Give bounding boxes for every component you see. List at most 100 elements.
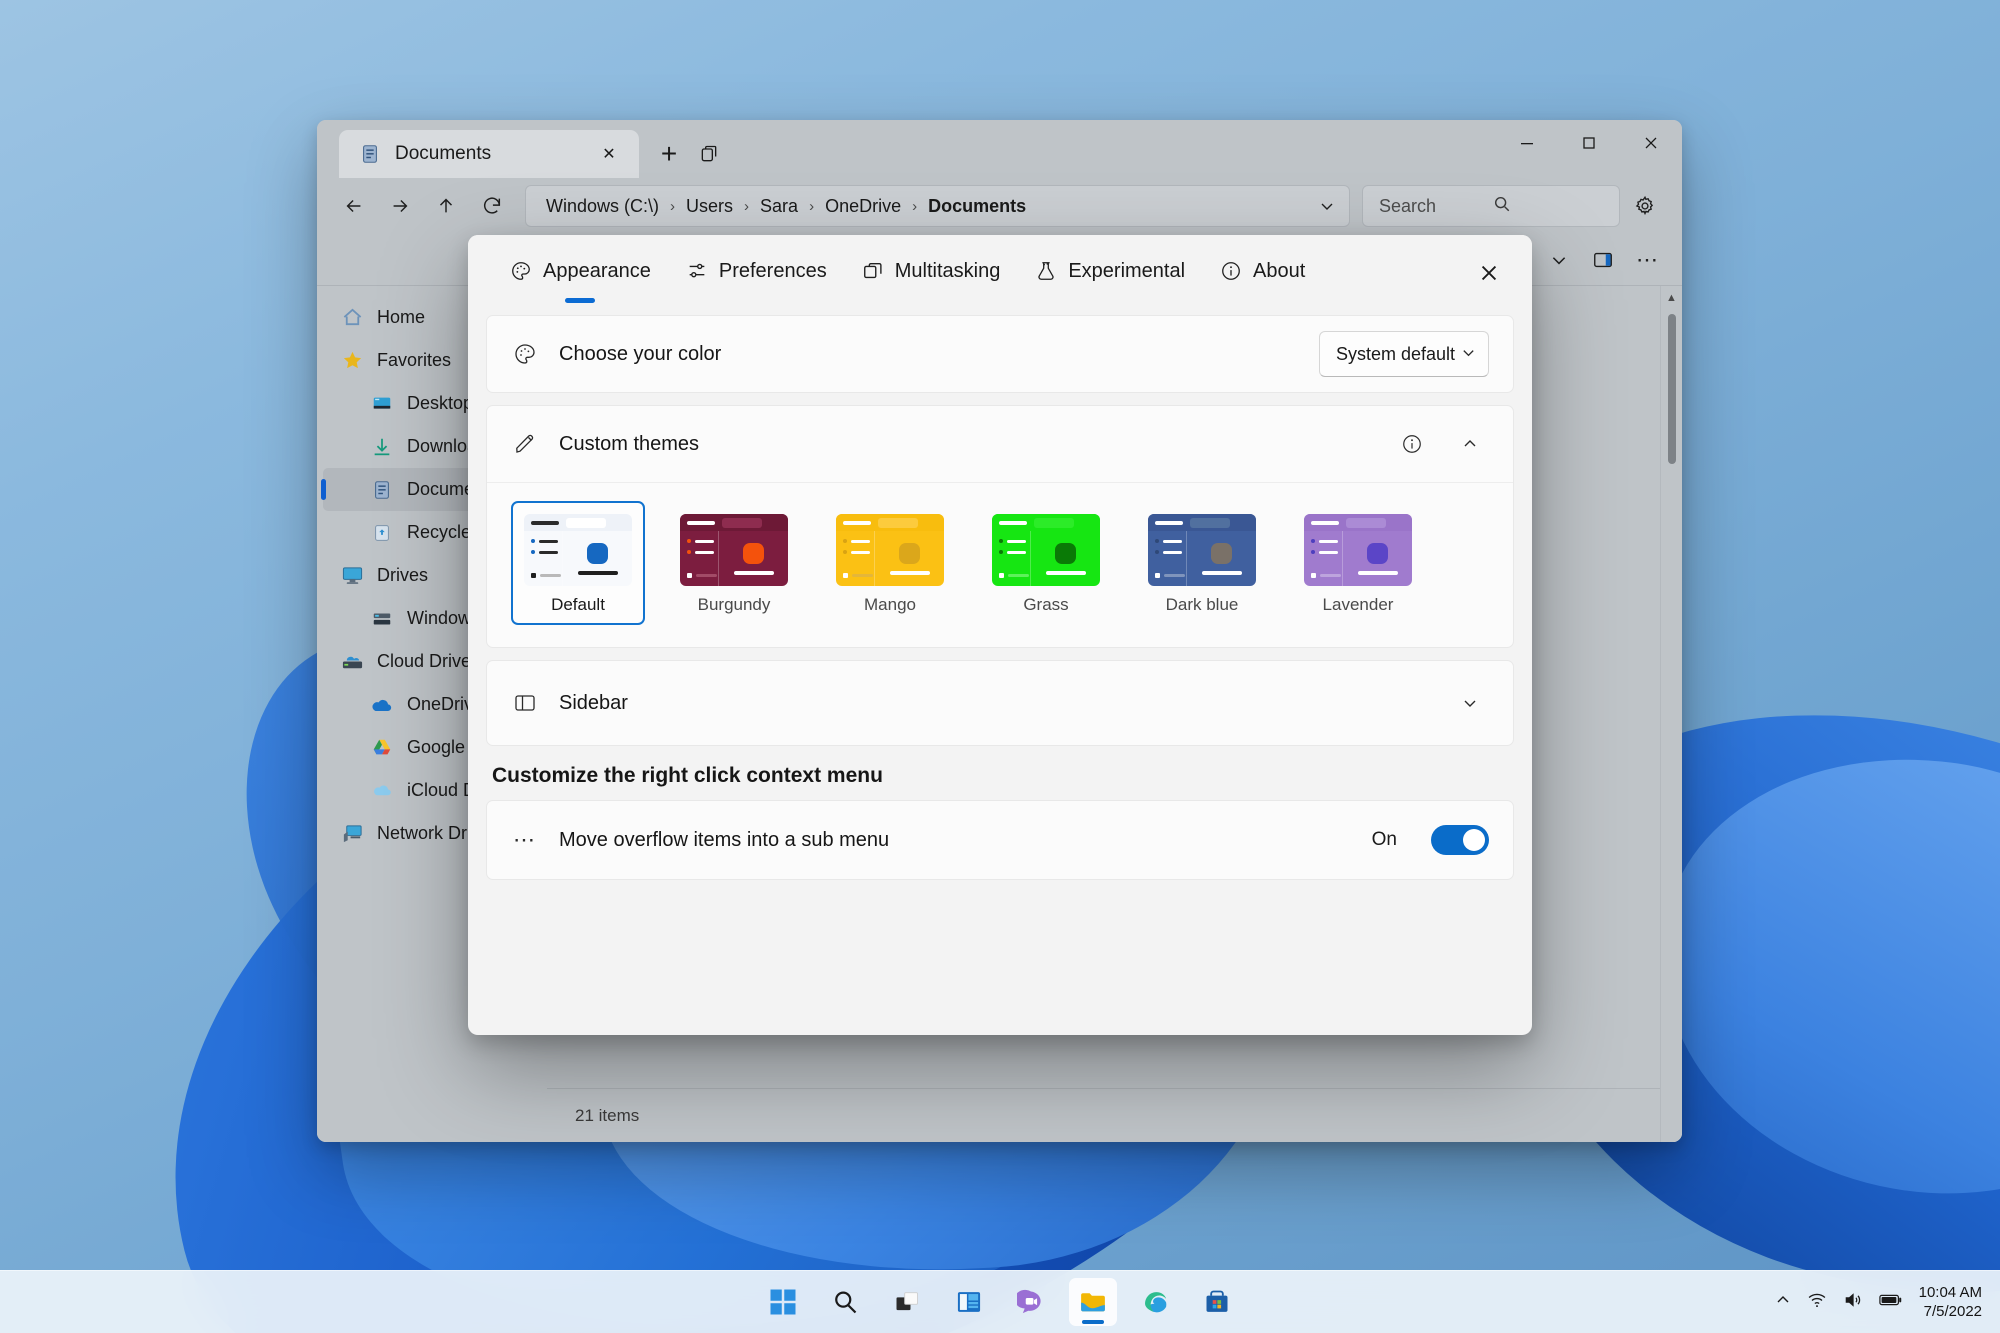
taskbar-apps bbox=[759, 1278, 1241, 1326]
tab-appearance[interactable]: Appearance bbox=[492, 245, 668, 297]
home-icon bbox=[339, 305, 365, 331]
battery-icon[interactable] bbox=[1878, 1290, 1903, 1315]
close-tab-icon[interactable]: ✕ bbox=[593, 138, 625, 170]
clock-time: 10:04 AM bbox=[1918, 1284, 1982, 1301]
tab-preferences[interactable]: Preferences bbox=[668, 245, 844, 297]
view-options-chevron-icon[interactable] bbox=[1540, 241, 1578, 279]
task-view-button[interactable] bbox=[883, 1278, 931, 1326]
chat-button[interactable] bbox=[1007, 1278, 1055, 1326]
custom-themes-header[interactable]: Custom themes bbox=[487, 406, 1513, 482]
theme-option-dark-blue[interactable]: Dark blue bbox=[1135, 501, 1269, 625]
window-controls bbox=[1496, 120, 1682, 166]
documents-icon bbox=[357, 141, 383, 167]
star-icon bbox=[339, 348, 365, 374]
breadcrumb-item-current[interactable]: Documents bbox=[924, 194, 1030, 219]
edge-button[interactable] bbox=[1131, 1278, 1179, 1326]
theme-thumbnail bbox=[1304, 514, 1412, 586]
hard-drive-icon bbox=[369, 606, 395, 632]
overflow-submenu-label: Move overflow items into a sub menu bbox=[559, 828, 890, 851]
address-chevron-down-icon[interactable] bbox=[1313, 198, 1341, 214]
theme-option-grass[interactable]: Grass bbox=[979, 501, 1113, 625]
tab-label: Appearance bbox=[543, 259, 651, 282]
up-icon[interactable] bbox=[425, 186, 467, 226]
tray-chevron-up-icon[interactable] bbox=[1775, 1292, 1791, 1313]
choose-color-row: Choose your color System default bbox=[487, 316, 1513, 392]
sidebar-section-header[interactable]: Sidebar bbox=[487, 661, 1513, 745]
scroll-up-arrow-icon[interactable]: ▲ bbox=[1666, 286, 1677, 310]
theme-thumbnail bbox=[1148, 514, 1256, 586]
start-button[interactable] bbox=[759, 1278, 807, 1326]
context-menu-card: ⋯ Move overflow items into a sub menu On bbox=[486, 800, 1514, 880]
wifi-icon[interactable] bbox=[1807, 1290, 1827, 1315]
settings-tab-bar: Appearance Preferences Multitasking Expe… bbox=[468, 235, 1532, 307]
back-icon[interactable] bbox=[333, 186, 375, 226]
color-mode-value: System default bbox=[1336, 343, 1456, 364]
clock-date: 7/5/2022 bbox=[1923, 1303, 1982, 1320]
title-bar: Documents ✕ + bbox=[317, 120, 1682, 178]
expand-chevron-down-icon[interactable] bbox=[1451, 684, 1489, 722]
info-icon bbox=[1219, 259, 1243, 283]
search-input[interactable]: Search bbox=[1362, 185, 1620, 227]
desktop-icon bbox=[369, 391, 395, 417]
download-icon bbox=[369, 434, 395, 460]
widgets-button[interactable] bbox=[945, 1278, 993, 1326]
theme-name: Default bbox=[551, 595, 605, 614]
navigation-toolbar: Windows (C:\) › Users › Sara › OneDrive … bbox=[317, 178, 1682, 234]
tab-multitasking[interactable]: Multitasking bbox=[844, 245, 1018, 297]
breadcrumb-item[interactable]: Sara bbox=[756, 194, 802, 219]
address-bar[interactable]: Windows (C:\) › Users › Sara › OneDrive … bbox=[525, 185, 1350, 227]
overflow-submenu-toggle[interactable] bbox=[1431, 825, 1489, 855]
google-drive-icon bbox=[369, 735, 395, 761]
minimize-button[interactable] bbox=[1496, 120, 1558, 166]
breadcrumb-item[interactable]: Windows (C:\) bbox=[542, 194, 663, 219]
search-placeholder: Search bbox=[1379, 195, 1437, 216]
close-window-button[interactable] bbox=[1620, 120, 1682, 166]
theme-option-lavender[interactable]: Lavender bbox=[1291, 501, 1425, 625]
refresh-icon[interactable] bbox=[471, 186, 513, 226]
vertical-scrollbar[interactable]: ▲ bbox=[1660, 286, 1682, 1142]
new-tab-icon[interactable]: + bbox=[653, 138, 685, 170]
tab-experimental[interactable]: Experimental bbox=[1017, 245, 1202, 297]
theme-name: Dark blue bbox=[1165, 595, 1239, 614]
collapse-chevron-up-icon[interactable] bbox=[1451, 425, 1489, 463]
breadcrumb-item[interactable]: OneDrive bbox=[821, 194, 905, 219]
duplicate-tab-icon[interactable] bbox=[693, 138, 725, 170]
tab-label: Preferences bbox=[718, 259, 827, 282]
context-menu-heading: Customize the right click context menu bbox=[492, 764, 883, 787]
custom-themes-card: Custom themes Default Burgundy Mango Grass D… bbox=[486, 405, 1514, 648]
theme-option-default[interactable]: Default bbox=[511, 501, 645, 625]
maximize-button[interactable] bbox=[1558, 120, 1620, 166]
taskbar: 10:04 AM 7/5/2022 bbox=[0, 1270, 2000, 1333]
item-count: 21 items bbox=[575, 1105, 640, 1125]
search-icon[interactable] bbox=[1493, 195, 1607, 218]
choose-color-label: Choose your color bbox=[559, 342, 722, 365]
details-pane-icon[interactable] bbox=[1584, 241, 1622, 279]
close-settings-button[interactable] bbox=[1468, 253, 1510, 293]
scrollbar-thumb[interactable] bbox=[1667, 314, 1676, 464]
volume-icon[interactable] bbox=[1843, 1290, 1863, 1315]
flask-icon bbox=[1034, 259, 1058, 283]
more-options-icon[interactable]: ⋯ bbox=[1628, 241, 1666, 279]
status-bar: 21 items bbox=[547, 1088, 1682, 1142]
file-explorer-button[interactable] bbox=[1069, 1278, 1117, 1326]
palette-icon bbox=[511, 342, 539, 366]
sidebar-item-label: Desktop bbox=[407, 393, 474, 413]
choose-color-card: Choose your color System default bbox=[486, 315, 1514, 393]
sidebar-item-label: Cloud Drives bbox=[377, 651, 481, 671]
onedrive-icon bbox=[369, 692, 395, 718]
search-button[interactable] bbox=[821, 1278, 869, 1326]
custom-themes-label: Custom themes bbox=[559, 432, 700, 455]
theme-option-burgundy[interactable]: Burgundy bbox=[667, 501, 801, 625]
breadcrumb-item[interactable]: Users bbox=[682, 194, 737, 219]
theme-name: Lavender bbox=[1322, 595, 1394, 614]
color-mode-select[interactable]: System default bbox=[1319, 331, 1489, 377]
info-circle-icon[interactable] bbox=[1393, 425, 1431, 463]
tab-about[interactable]: About bbox=[1202, 245, 1322, 297]
forward-icon[interactable] bbox=[379, 186, 421, 226]
taskbar-clock[interactable]: 10:04 AM 7/5/2022 bbox=[1919, 1283, 1982, 1321]
theme-option-mango[interactable]: Mango bbox=[823, 501, 957, 625]
theme-name: Grass bbox=[1023, 595, 1069, 614]
gear-icon[interactable] bbox=[1624, 186, 1666, 226]
tab-documents[interactable]: Documents ✕ bbox=[339, 130, 639, 178]
microsoft-store-button[interactable] bbox=[1193, 1278, 1241, 1326]
